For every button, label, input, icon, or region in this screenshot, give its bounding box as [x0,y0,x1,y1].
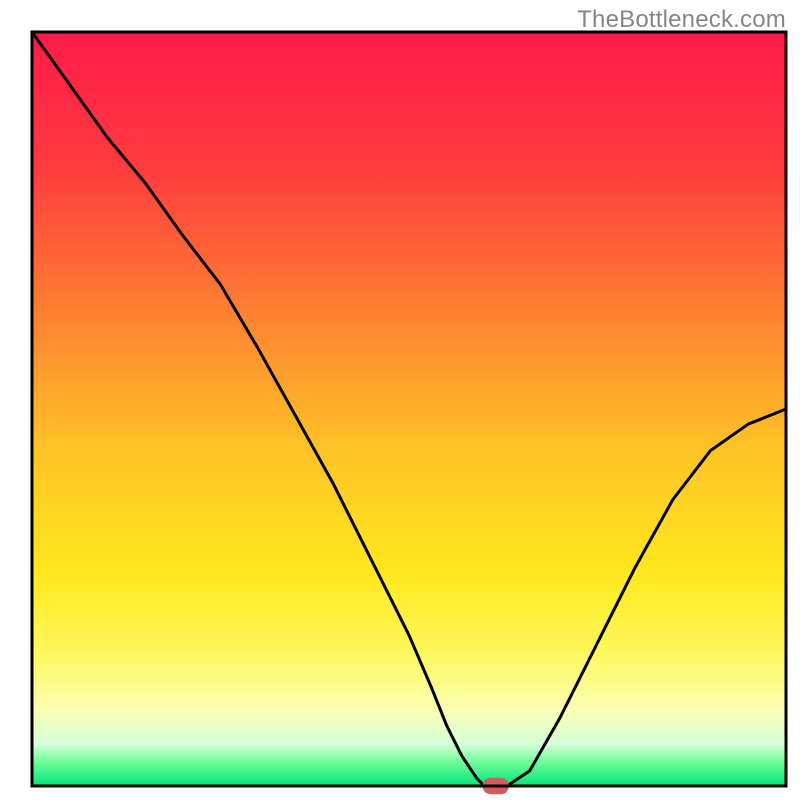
attribution-text: TheBottleneck.com [577,6,786,34]
bottleneck-chart: TheBottleneck.com [0,0,800,800]
plot-area [32,32,786,794]
gradient-background [32,32,786,786]
chart-svg [0,0,800,800]
